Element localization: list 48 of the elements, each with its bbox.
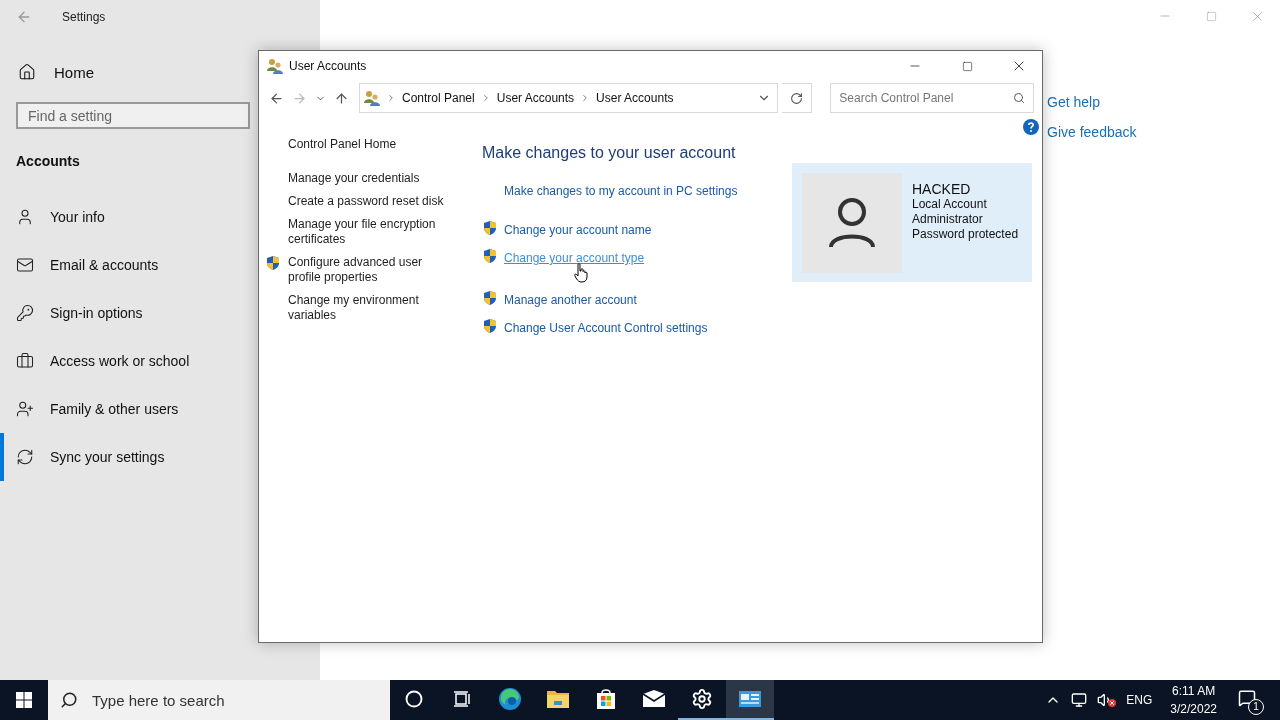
clock[interactable]: 6:11 AM 3/2/2022 <box>1162 682 1225 718</box>
help-link[interactable]: Give feedback <box>1047 124 1137 140</box>
taskbar-search-field[interactable]: Type here to search <box>48 680 390 720</box>
task-link[interactable]: Make changes to my account in PC settings <box>504 184 738 198</box>
nav-item[interactable]: Access work or school <box>0 337 250 385</box>
sidebar-link[interactable]: Control Panel Home <box>288 137 459 151</box>
notification-count: 1 <box>1248 698 1264 715</box>
window-title: User Accounts <box>289 59 368 73</box>
nav-label: Sync your settings <box>50 449 165 465</box>
sidebar-link[interactable]: Manage your credentials <box>288 171 448 186</box>
nav-item[interactable]: Family & other users <box>0 385 250 433</box>
task-link[interactable]: Change User Account Control settings <box>504 321 708 335</box>
notification-button[interactable]: 1 <box>1235 685 1264 715</box>
home-nav-item[interactable]: Home <box>0 34 250 90</box>
sidebar-link[interactable]: Change my environment variables <box>288 293 448 323</box>
nav-label: Access work or school <box>50 353 190 369</box>
task-link[interactable]: Change your account name <box>504 223 652 237</box>
nav-label: Family & other users <box>50 401 179 417</box>
nav-item[interactable]: Your info <box>0 193 250 241</box>
search-placeholder: Type here to search <box>92 691 225 709</box>
breadcrumb-item[interactable]: Control Panel <box>402 91 475 105</box>
language-indicator[interactable]: ENG <box>1126 693 1153 707</box>
window-title: Settings <box>62 10 106 24</box>
breadcrumb-item[interactable]: User Accounts <box>596 91 674 105</box>
nav-label: Your info <box>50 209 105 225</box>
account-detail: Administrator <box>912 212 984 227</box>
search-field[interactable]: Find a setting <box>16 102 250 129</box>
nav-item[interactable]: Email & accounts <box>0 241 250 289</box>
address-bar[interactable]: Control Panel User Accounts User Accounts <box>359 83 779 113</box>
task-link[interactable]: Change your account type <box>504 251 645 265</box>
nav-item[interactable]: Sign-in options <box>0 289 250 337</box>
section-title: Accounts <box>15 152 81 169</box>
sidebar-link[interactable]: Create a password reset disk <box>288 194 448 209</box>
search-field[interactable]: Search Control Panel <box>830 83 1034 113</box>
account-detail: Local Account <box>912 197 988 212</box>
sidebar-link[interactable]: Manage your file encryption certificates <box>288 217 448 247</box>
sidebar-link[interactable]: Configure advanced user profile properties <box>288 255 448 285</box>
nav-label: Sign-in options <box>50 305 143 321</box>
home-label: Home <box>54 63 94 81</box>
nav-label: Email & accounts <box>50 257 159 273</box>
breadcrumb-item[interactable]: User Accounts <box>496 91 575 105</box>
account-detail: Password protected <box>912 227 1019 242</box>
nav-item[interactable]: Sync your settings <box>0 433 250 481</box>
help-link[interactable]: Get help <box>1047 94 1137 110</box>
search-placeholder: Search Control Panel <box>839 91 954 105</box>
task-link[interactable]: Manage another account <box>504 293 637 307</box>
page-heading: Make changes to your user account <box>482 144 737 162</box>
account-name: HACKED <box>912 181 972 197</box>
